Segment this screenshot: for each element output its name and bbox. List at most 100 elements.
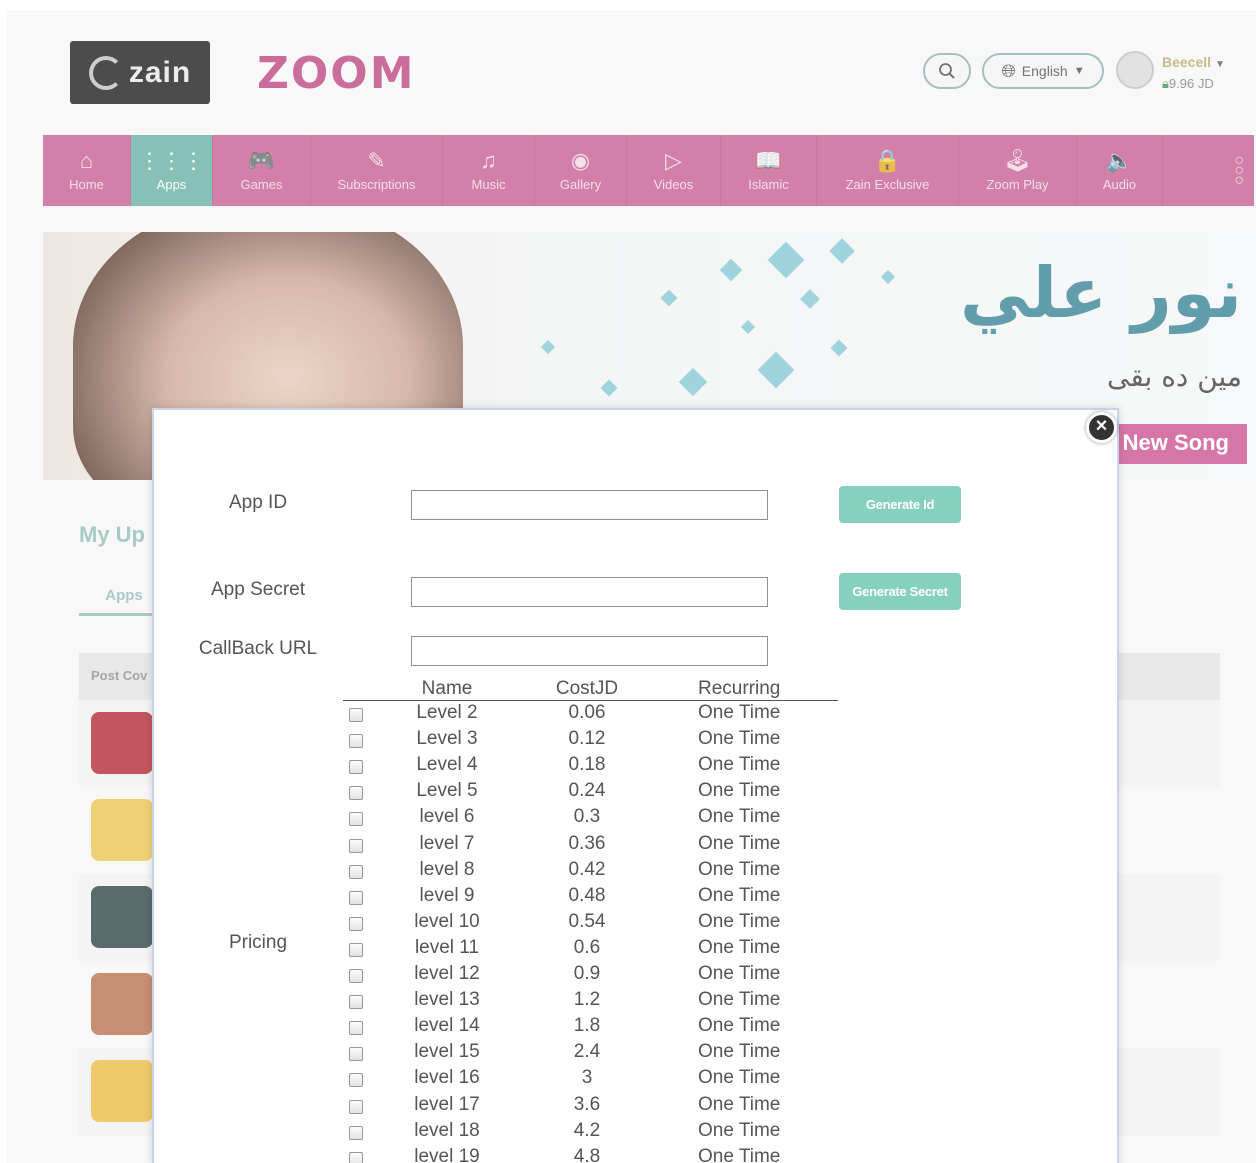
- row-checkbox[interactable]: [349, 1021, 363, 1036]
- level-name: level 7: [419, 832, 475, 854]
- level-cost: 0.36: [568, 832, 606, 854]
- table-row: level 8 0.42 One Time: [349, 859, 829, 885]
- level-cost: 3: [581, 1067, 593, 1089]
- level-cost: 0.06: [568, 702, 606, 723]
- level-name: level 16: [414, 1067, 480, 1089]
- level-recurring: One Time: [698, 858, 781, 880]
- level-recurring: One Time: [698, 1145, 781, 1163]
- row-checkbox[interactable]: [349, 838, 363, 853]
- level-name: Level 3: [416, 728, 478, 750]
- row-checkbox[interactable]: [349, 916, 363, 931]
- level-name: level 12: [414, 963, 480, 984]
- level-recurring: One Time: [698, 1119, 781, 1141]
- table-row: level 7 0.36 One Time: [349, 833, 829, 859]
- level-name: level 11: [414, 936, 480, 958]
- column-header-cost: CostJD: [555, 678, 619, 699]
- level-recurring: One Time: [698, 884, 781, 906]
- row-checkbox[interactable]: [349, 1073, 363, 1088]
- row-checkbox[interactable]: [349, 864, 363, 879]
- row-checkbox[interactable]: [349, 942, 363, 957]
- level-name: level 19: [414, 1145, 480, 1163]
- table-row: level 11 0.6 One Time: [349, 937, 829, 963]
- row-checkbox[interactable]: [349, 708, 363, 722]
- column-header-name: Name: [421, 678, 473, 699]
- level-cost: 0.6: [573, 936, 601, 958]
- table-row: level 17 3.6 One Time: [349, 1094, 829, 1120]
- level-name: Level 2: [416, 702, 478, 723]
- level-recurring: One Time: [698, 910, 781, 932]
- row-checkbox[interactable]: [349, 760, 363, 775]
- level-cost: 4.2: [573, 1119, 601, 1141]
- level-recurring: One Time: [698, 728, 781, 750]
- row-checkbox[interactable]: [349, 1099, 363, 1114]
- level-recurring: One Time: [698, 963, 781, 984]
- level-cost: 0.48: [568, 884, 606, 906]
- column-header-recurring: Recurring: [698, 678, 781, 699]
- level-cost: 4.8: [573, 1145, 601, 1163]
- table-row: Level 3 0.12 One Time: [349, 728, 829, 754]
- level-name: level 18: [414, 1119, 480, 1141]
- app-credentials-modal: App ID Generate Id App Secret Generate S…: [152, 408, 1119, 1163]
- row-checkbox[interactable]: [349, 890, 363, 905]
- row-checkbox[interactable]: [349, 1125, 363, 1140]
- level-name: level 15: [414, 1041, 480, 1063]
- level-cost: 1.8: [573, 1015, 601, 1037]
- table-row: level 16 3 One Time: [349, 1067, 829, 1093]
- level-cost: 0.9: [573, 963, 601, 984]
- row-checkbox[interactable]: [349, 1047, 363, 1062]
- row-checkbox[interactable]: [349, 734, 363, 749]
- callback-url-input[interactable]: [411, 636, 768, 666]
- table-row: Level 5 0.24 One Time: [349, 780, 829, 806]
- level-recurring: One Time: [698, 1093, 781, 1115]
- level-recurring: One Time: [698, 702, 781, 723]
- level-name: level 13: [414, 989, 480, 1011]
- level-cost: 2.4: [573, 1041, 601, 1063]
- pricing-label: Pricing: [228, 932, 288, 953]
- app-id-label: App ID: [228, 492, 288, 513]
- level-cost: 0.54: [568, 910, 606, 932]
- row-checkbox[interactable]: [349, 969, 363, 983]
- level-cost: 0.24: [568, 780, 606, 802]
- table-row: level 13 1.2 One Time: [349, 989, 829, 1015]
- callback-url-label: CallBack URL: [198, 638, 318, 659]
- level-cost: 0.12: [568, 728, 606, 750]
- level-name: level 17: [414, 1093, 480, 1115]
- level-recurring: One Time: [698, 936, 781, 958]
- row-checkbox[interactable]: [349, 812, 363, 827]
- level-recurring: One Time: [698, 806, 781, 828]
- level-name: level 14: [414, 1015, 480, 1037]
- level-cost: 0.3: [573, 806, 601, 828]
- level-name: level 9: [419, 884, 475, 906]
- level-name: level 10: [414, 910, 480, 932]
- level-cost: 3.6: [573, 1093, 601, 1115]
- level-cost: 0.18: [568, 754, 606, 776]
- row-checkbox[interactable]: [349, 1151, 363, 1163]
- row-checkbox[interactable]: [349, 995, 363, 1010]
- level-name: Level 4: [416, 754, 478, 776]
- generate-secret-button[interactable]: Generate Secret: [839, 573, 961, 610]
- level-recurring: One Time: [698, 1067, 781, 1089]
- app-id-input[interactable]: [411, 490, 768, 520]
- generate-id-button[interactable]: Generate Id: [839, 486, 961, 523]
- table-row: Level 4 0.18 One Time: [349, 754, 829, 780]
- table-row: level 6 0.3 One Time: [349, 806, 829, 832]
- table-row: level 9 0.48 One Time: [349, 885, 829, 911]
- level-recurring: One Time: [698, 780, 781, 802]
- level-cost: 1.2: [573, 989, 601, 1011]
- table-row: level 15 2.4 One Time: [349, 1041, 829, 1067]
- row-checkbox[interactable]: [349, 786, 363, 801]
- app-secret-label: App Secret: [211, 579, 305, 600]
- table-row: level 19 4.8 One Time: [349, 1146, 829, 1163]
- table-row: level 14 1.8 One Time: [349, 1015, 829, 1041]
- table-header-divider: [343, 700, 838, 701]
- level-name: level 8: [419, 858, 475, 880]
- level-recurring: One Time: [698, 989, 781, 1011]
- app-secret-input[interactable]: [411, 577, 768, 607]
- close-button[interactable]: ×: [1086, 412, 1117, 443]
- level-name: Level 5: [416, 780, 478, 802]
- level-recurring: One Time: [698, 832, 781, 854]
- table-row: level 12 0.9 One Time: [349, 963, 829, 989]
- table-row: Level 2 0.06 One Time: [349, 702, 829, 728]
- level-cost: 0.42: [568, 858, 606, 880]
- level-recurring: One Time: [698, 1015, 781, 1037]
